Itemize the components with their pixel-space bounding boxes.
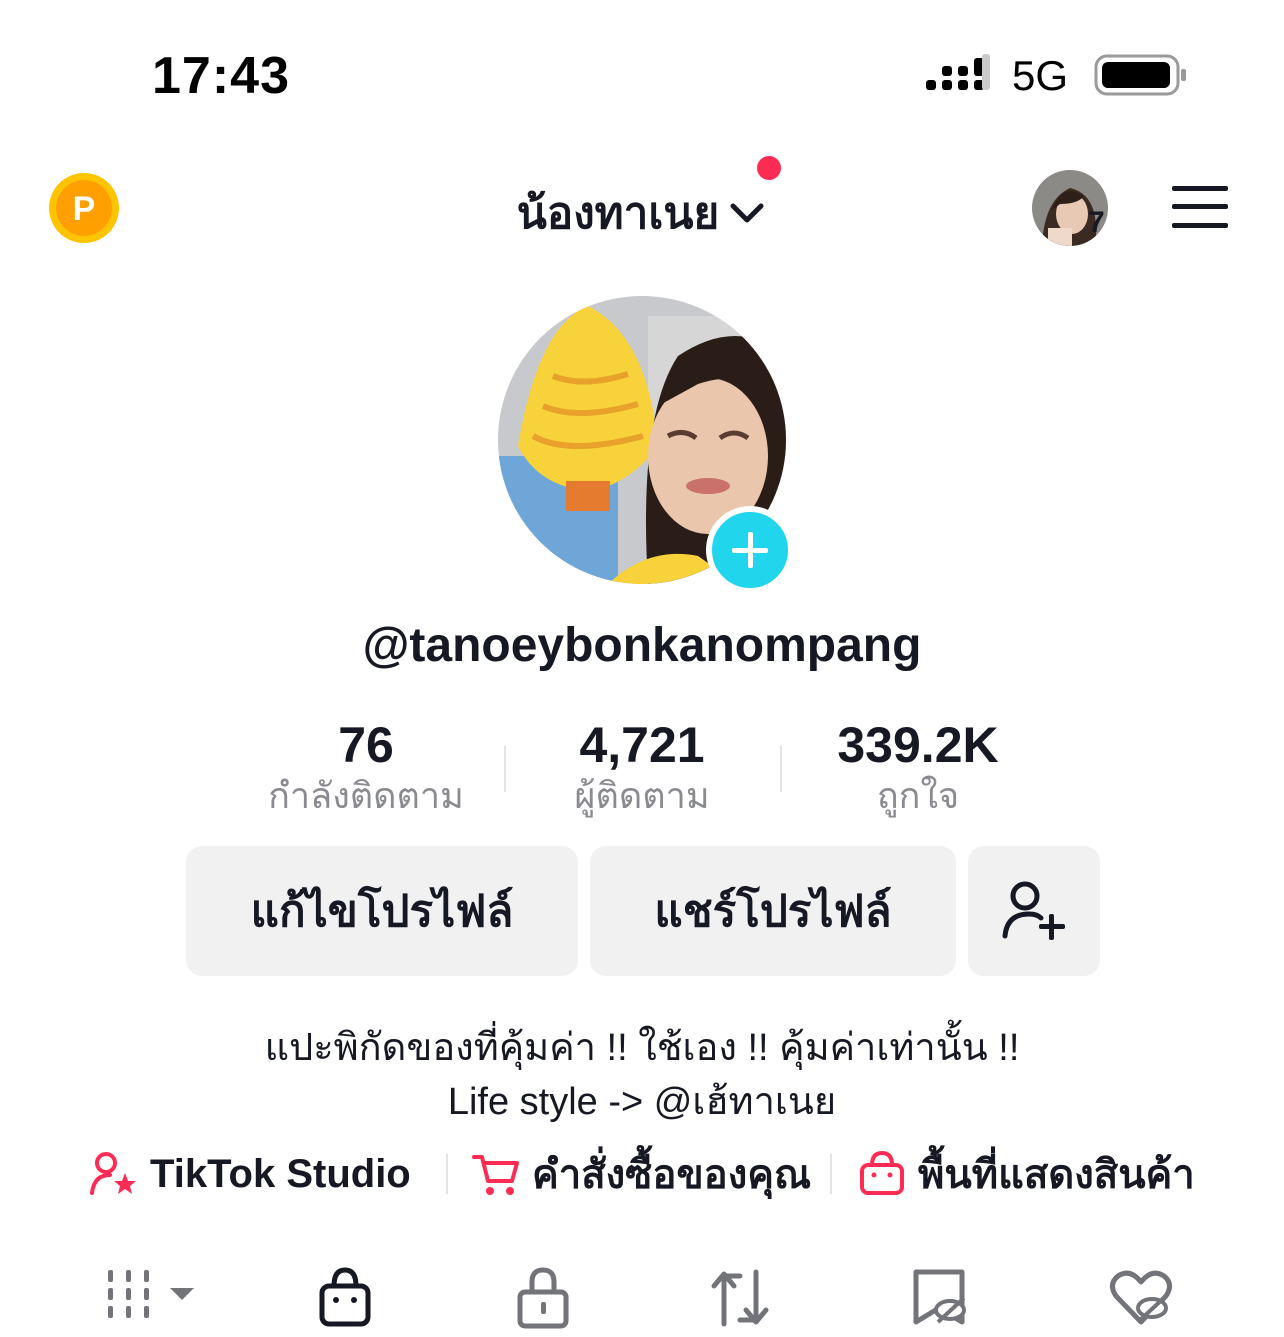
favorites-icon bbox=[913, 1269, 966, 1325]
tiktok-studio-link[interactable]: TikTok Studio bbox=[90, 1146, 411, 1202]
liked-hidden-icon bbox=[1110, 1270, 1172, 1325]
add-avatar-button[interactable] bbox=[706, 506, 794, 594]
stat-followers[interactable]: 4,721 ผู้ติดตาม bbox=[502, 716, 782, 818]
showcase-link[interactable]: พื้นที่แสดงสินค้า bbox=[858, 1146, 1195, 1202]
link-divider bbox=[446, 1154, 448, 1194]
orders-link[interactable]: คำสั่งซื้อของคุณ bbox=[472, 1146, 811, 1202]
battery-icon bbox=[1094, 54, 1186, 96]
add-user-icon bbox=[1002, 881, 1065, 940]
tiktok-studio-label: TikTok Studio bbox=[150, 1151, 411, 1196]
account-switcher[interactable]: น้องทาเนย bbox=[516, 156, 782, 248]
private-lock-icon bbox=[517, 1267, 569, 1329]
tab-favorites[interactable] bbox=[906, 1264, 976, 1332]
edit-profile-label: แก้ไขโปรไฟล์ bbox=[250, 887, 514, 936]
notification-dot bbox=[757, 156, 782, 180]
creator-star-icon bbox=[90, 1152, 136, 1195]
cellular-signal-icon bbox=[926, 54, 990, 90]
bio-line-1: แปะพิกัดของที่คุ้มค่า !! ใช้เอง !! คุ้มค… bbox=[264, 1027, 1020, 1069]
chevron-down-icon bbox=[730, 203, 764, 223]
status-time: 17:43 bbox=[152, 47, 290, 105]
bio-line-2: Life style -> @เฮ้ทาเนย bbox=[447, 1081, 837, 1123]
switch-account-count: 7 bbox=[1088, 206, 1105, 239]
add-friends-button[interactable] bbox=[968, 846, 1100, 976]
profile-username: @tanoeybonkanompang bbox=[362, 619, 922, 672]
tab-liked[interactable] bbox=[1106, 1264, 1176, 1332]
plus-icon bbox=[732, 532, 768, 568]
tab-shop[interactable] bbox=[310, 1264, 380, 1332]
stat-likes[interactable]: 339.2K ถูกใจ bbox=[778, 716, 1058, 818]
edit-profile-button[interactable]: แก้ไขโปรไฟล์ bbox=[186, 846, 578, 976]
tab-reposts[interactable] bbox=[706, 1264, 776, 1332]
following-label: กำลังติดตาม bbox=[268, 775, 464, 816]
cart-icon bbox=[472, 1155, 519, 1195]
followers-label: ผู้ติดตาม bbox=[574, 775, 710, 816]
account-name: น้องทาเนย bbox=[516, 189, 720, 238]
tiktok-points-icon[interactable]: P bbox=[48, 172, 120, 244]
orders-label: คำสั่งซื้อของคุณ bbox=[532, 1153, 812, 1197]
shop-bag-icon bbox=[860, 1151, 904, 1195]
following-count: 76 bbox=[338, 717, 394, 773]
link-divider bbox=[830, 1154, 832, 1194]
share-profile-label: แชร์โปรไฟล์ bbox=[654, 887, 892, 936]
videos-grid-icon bbox=[108, 1270, 194, 1318]
share-profile-button[interactable]: แชร์โปรไฟล์ bbox=[590, 846, 956, 976]
shop-bag-icon bbox=[319, 1267, 371, 1327]
tab-videos[interactable] bbox=[104, 1266, 200, 1322]
showcase-label: พื้นที่แสดงสินค้า bbox=[918, 1153, 1195, 1197]
tab-private[interactable] bbox=[508, 1264, 578, 1332]
stat-following[interactable]: 76 กำลังติดตาม bbox=[226, 716, 506, 818]
likes-label: ถูกใจ bbox=[876, 775, 960, 816]
svg-text:P: P bbox=[73, 190, 96, 228]
repost-icon bbox=[711, 1269, 769, 1327]
hamburger-menu-icon[interactable] bbox=[1170, 184, 1230, 230]
network-type: 5G bbox=[1012, 52, 1069, 99]
likes-count: 339.2K bbox=[837, 717, 999, 773]
followers-count: 4,721 bbox=[579, 717, 705, 773]
